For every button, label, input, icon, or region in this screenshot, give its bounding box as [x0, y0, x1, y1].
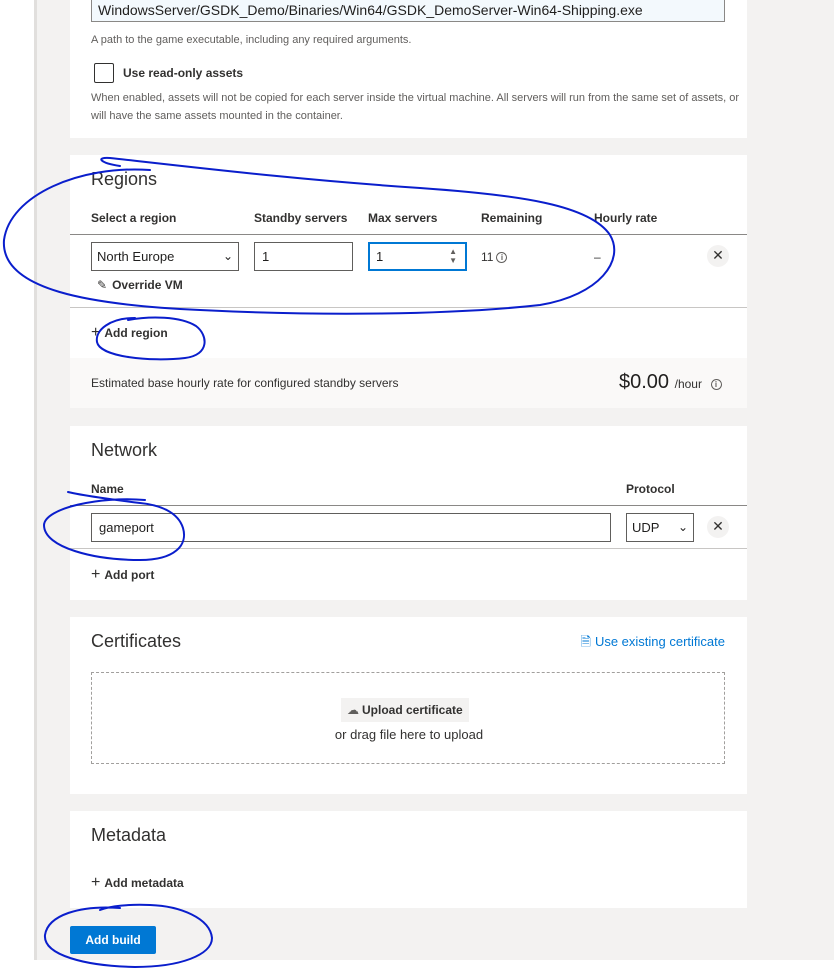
regions-title: Regions: [91, 169, 158, 189]
standby-servers-input[interactable]: 1: [254, 242, 353, 271]
readonly-assets-label[interactable]: Use read-only assets: [123, 66, 243, 80]
network-card: Network Name Protocol gameport UDP ⌄ ✕ +…: [70, 426, 747, 600]
drag-file-hint: or drag file here to upload: [334, 727, 484, 742]
col-hourly-rate: Hourly rate: [594, 211, 658, 225]
col-standby-servers: Standby servers: [254, 211, 348, 225]
use-existing-certificate-label: Use existing certificate: [594, 634, 725, 649]
remove-port-button[interactable]: ✕: [707, 516, 729, 538]
network-header-divider: [70, 505, 747, 506]
certificates-card: Certificates 🗎 Use existing certificate ☁…: [70, 617, 747, 794]
regions-header-divider: [70, 234, 747, 235]
region-select-value: North Europe: [97, 249, 175, 264]
max-servers-value: 1: [376, 249, 384, 264]
plus-icon: +: [91, 566, 101, 583]
certificate-dropzone[interactable]: ☁ Upload certificate or drag file here to…: [91, 672, 725, 764]
build-settings-card: WindowsServer/GSDK_Demo/Binaries/Win64/G…: [70, 0, 747, 138]
plus-icon: +: [91, 874, 101, 891]
upload-certificate-button[interactable]: ☁ Upload certificate: [341, 698, 469, 722]
max-servers-input[interactable]: 1 ▲ ▼: [368, 242, 467, 271]
estimate-unit: /hour: [674, 377, 702, 391]
certificate-icon: 🗎: [580, 634, 591, 649]
estimate-label: Estimated base hourly rate for configure…: [91, 376, 399, 390]
network-title: Network: [91, 440, 158, 460]
chevron-down-icon: ⌄: [222, 249, 233, 263]
spinner-arrows-icon[interactable]: ▲ ▼: [449, 247, 457, 265]
add-metadata-label: Add metadata: [104, 876, 184, 890]
plus-icon: +: [91, 324, 101, 341]
hourly-rate-value: –: [594, 250, 601, 264]
estimate-price: $0.00 /hour i: [619, 371, 722, 394]
info-icon[interactable]: i: [710, 379, 722, 390]
port-name-input[interactable]: gameport: [91, 513, 611, 542]
certificates-title: Certificates: [91, 631, 182, 651]
chevron-down-icon: ⌄: [677, 520, 688, 534]
estimate-band: Estimated base hourly rate for configure…: [70, 358, 747, 408]
remaining-count: 11: [481, 250, 494, 264]
executable-path-input[interactable]: WindowsServer/GSDK_Demo/Binaries/Win64/G…: [91, 0, 725, 22]
protocol-select-value: UDP: [632, 520, 660, 535]
remove-region-button[interactable]: ✕: [707, 245, 729, 267]
remaining-value: 11 i: [481, 250, 508, 264]
override-vm-button[interactable]: ✎ Override VM: [97, 278, 183, 292]
readonly-assets-checkbox[interactable]: [94, 63, 114, 83]
protocol-select[interactable]: UDP ⌄: [626, 513, 694, 542]
upload-certificate-label: Upload certificate: [362, 703, 463, 717]
cloud-upload-icon: ☁: [347, 703, 359, 717]
col-select-region: Select a region: [91, 211, 177, 225]
regions-row-divider: [70, 307, 747, 308]
col-max-servers: Max servers: [368, 211, 438, 225]
executable-help-text: A path to the game executable, including…: [91, 34, 412, 46]
estimate-price-value: $0.00: [619, 371, 670, 393]
add-port-button[interactable]: + Add port: [91, 566, 154, 584]
add-metadata-button[interactable]: + Add metadata: [91, 874, 184, 892]
regions-card: Regions Select a region Standby servers …: [70, 155, 747, 408]
add-region-button[interactable]: + Add region: [91, 324, 168, 342]
metadata-title: Metadata: [91, 825, 167, 845]
add-region-label: Add region: [104, 326, 168, 340]
col-port-name: Name: [91, 482, 124, 496]
add-port-label: Add port: [104, 568, 155, 582]
add-build-button[interactable]: Add build: [70, 926, 156, 954]
readonly-help-line-2: will have the same assets mounted in the…: [91, 110, 343, 122]
info-icon[interactable]: i: [496, 252, 508, 263]
metadata-card: Metadata + Add metadata: [70, 811, 747, 908]
col-remaining: Remaining: [481, 211, 543, 225]
readonly-help-line-1: When enabled, assets will not be copied …: [91, 92, 740, 104]
pencil-icon: ✎: [97, 278, 108, 292]
override-vm-label: Override VM: [112, 278, 183, 292]
left-rail: [0, 0, 36, 971]
region-select[interactable]: North Europe ⌄: [91, 242, 239, 271]
use-existing-certificate-link[interactable]: 🗎 Use existing certificate: [580, 633, 725, 655]
network-row-divider: [70, 548, 747, 549]
col-protocol: Protocol: [626, 482, 675, 496]
